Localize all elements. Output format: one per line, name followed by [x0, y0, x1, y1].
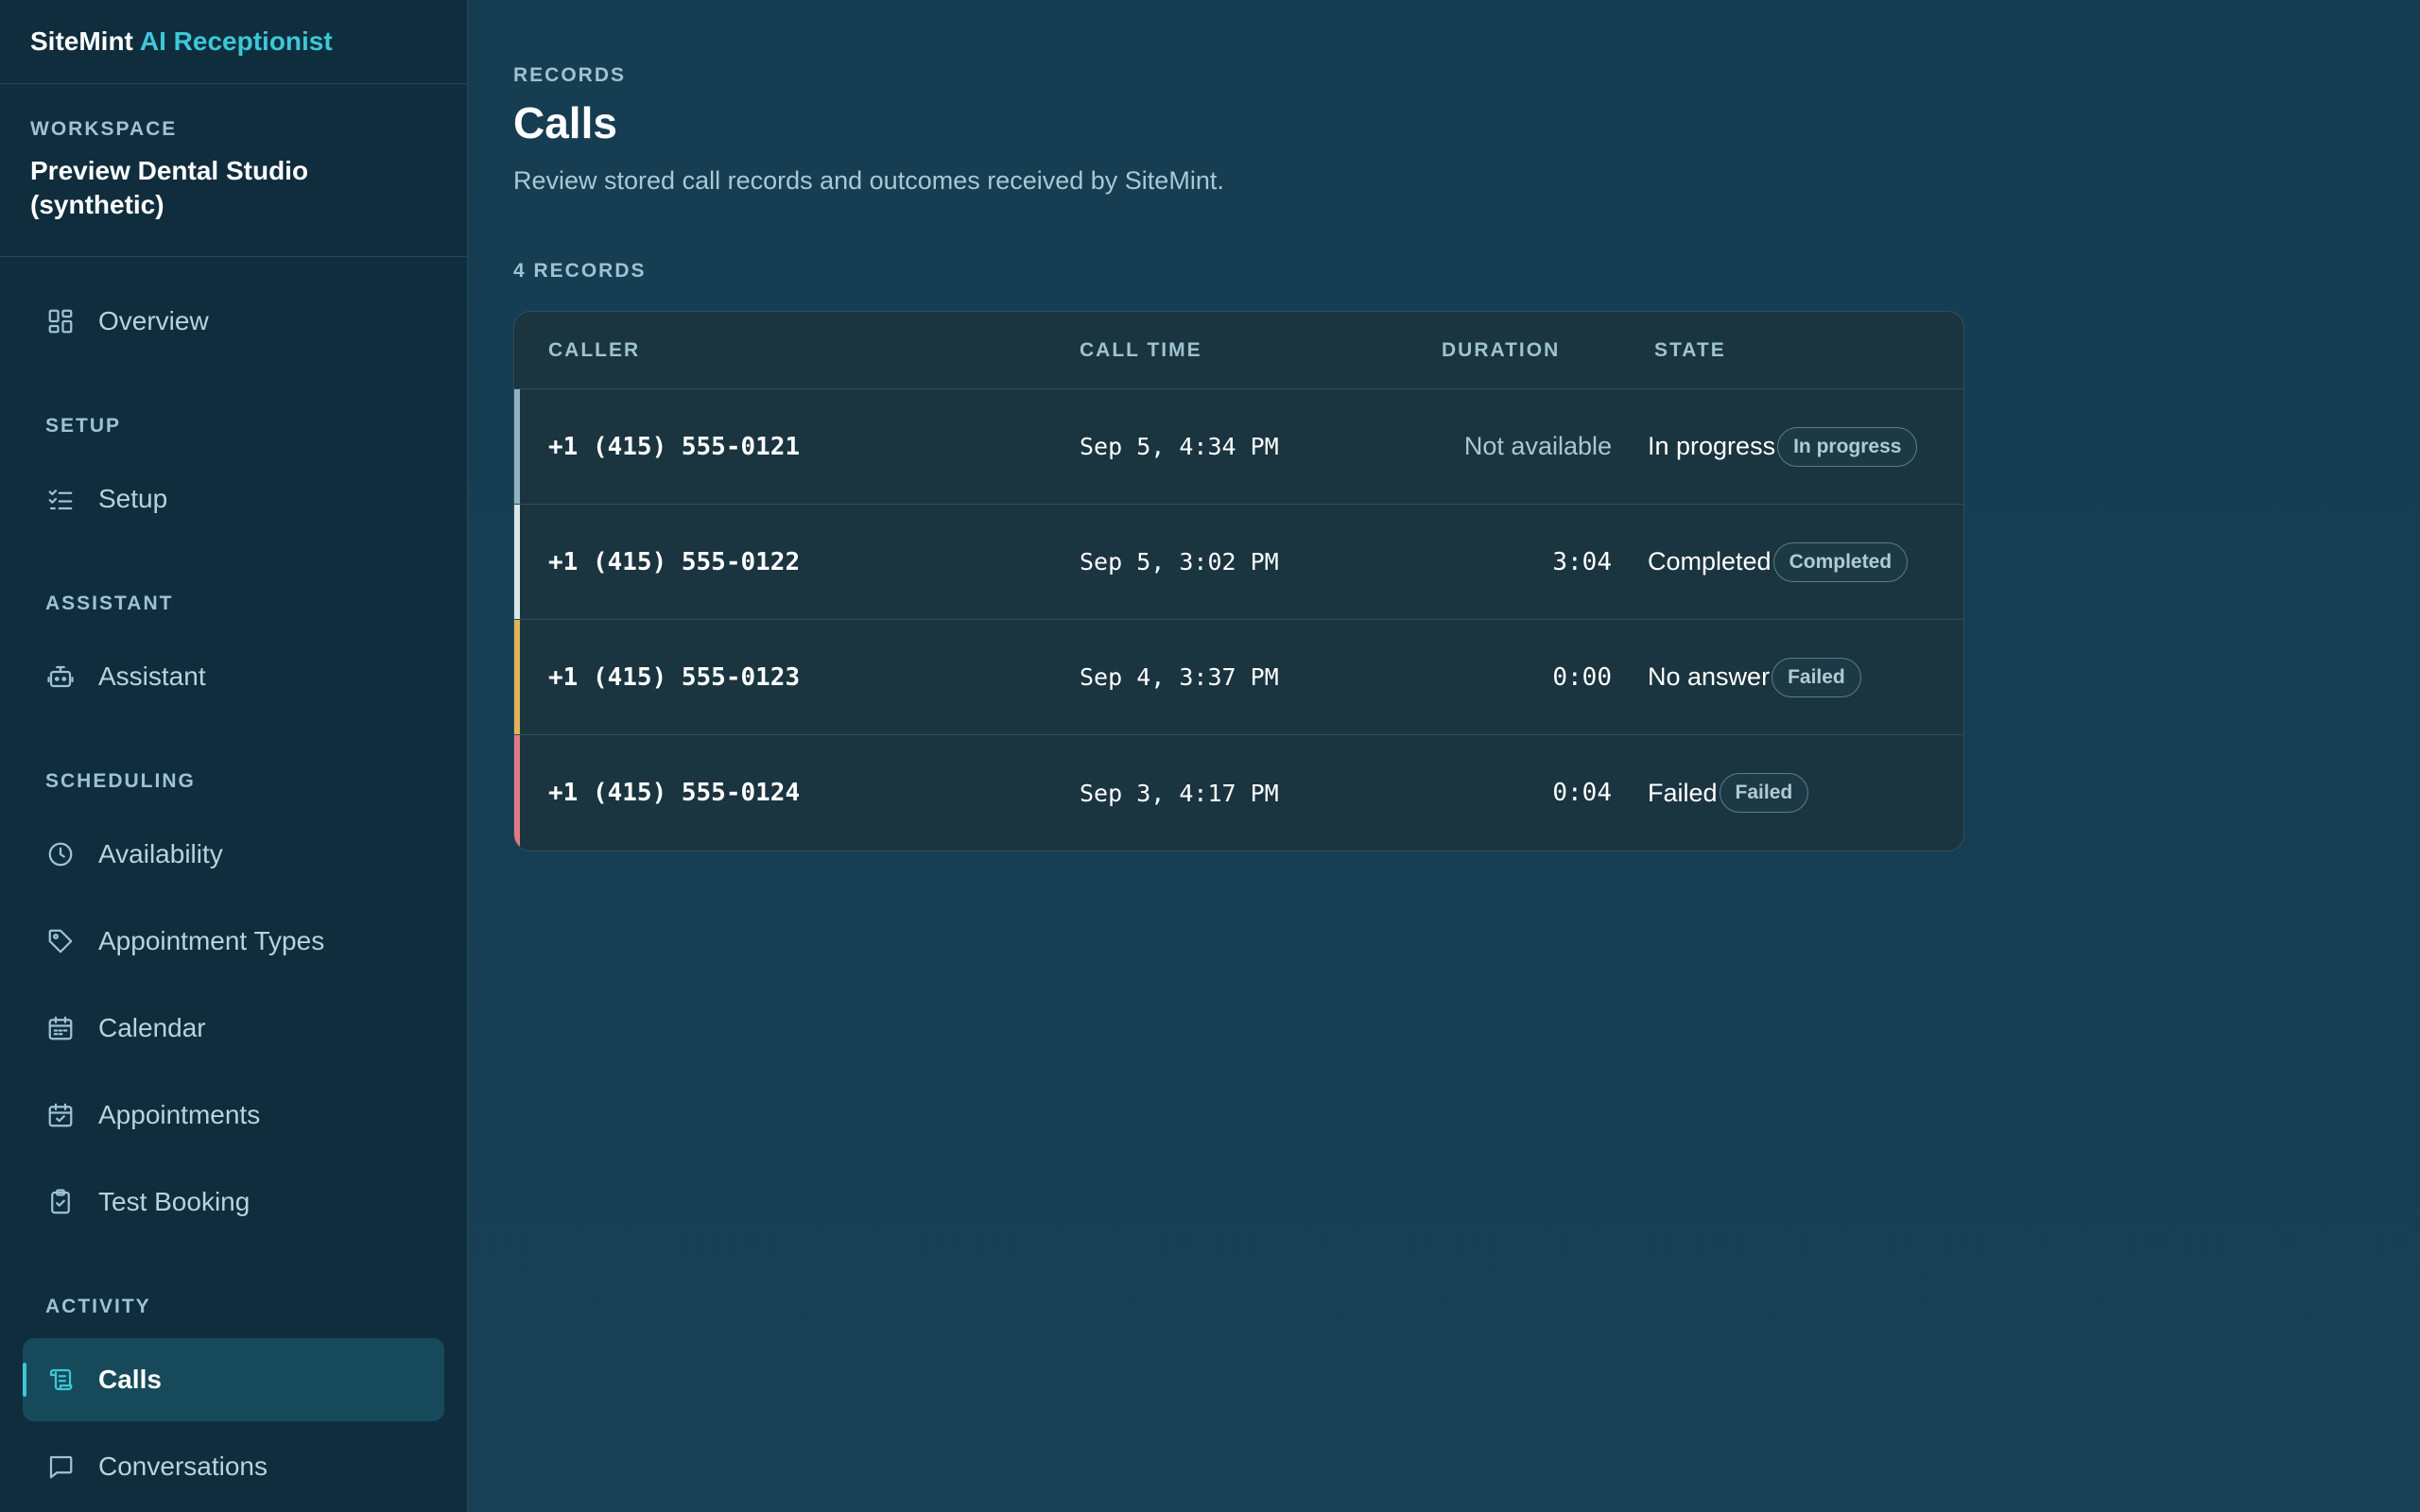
call-time: Sep 3, 4:17 PM [1080, 779, 1279, 807]
caller-number: +1 (415) 555-0121 [548, 432, 801, 461]
row-status-bar [514, 505, 520, 619]
table-row[interactable]: +1 (415) 555-0123 Sep 4, 3:37 PM 0:00 No… [514, 620, 1963, 735]
call-state: Completed Completed [1612, 541, 1963, 582]
call-time: Sep 5, 4:34 PM [1080, 433, 1279, 460]
sidebar-item-calendar[interactable]: Calendar [23, 987, 444, 1070]
tag-icon [45, 926, 76, 956]
table-header: CALLER CALL TIME DURATION STATE [514, 312, 1963, 389]
sidebar-item-label: Appointments [98, 1100, 261, 1129]
status-badge: In progress [1777, 426, 1918, 467]
caller-number: +1 (415) 555-0122 [548, 547, 801, 576]
calendar-icon [45, 1013, 76, 1043]
sidebar-item-label: Calls [98, 1365, 162, 1394]
workspace-panel: WORKSPACE Preview Dental Studio (synthet… [0, 84, 467, 257]
chat-icon [45, 1452, 76, 1482]
sidebar-item-label: Appointment Types [98, 926, 325, 955]
sidebar-item-appointment-types[interactable]: Appointment Types [23, 900, 444, 983]
workspace-label: WORKSPACE [30, 118, 178, 140]
call-state: In progress In progress [1612, 426, 1963, 467]
calendar-check-icon [45, 1100, 76, 1130]
call-state: No answer Failed [1612, 657, 1963, 697]
nav-section-scheduling: SCHEDULING [45, 770, 196, 792]
grid-icon [45, 306, 76, 336]
status-badge: Failed [1772, 657, 1861, 697]
sidebar-item-setup[interactable]: Setup [23, 457, 444, 541]
sidebar-item-test-booking[interactable]: Test Booking [23, 1160, 444, 1244]
calls-table: CALLER CALL TIME DURATION STATE +1 (415)… [513, 311, 1964, 851]
row-status-bar [514, 620, 520, 734]
sidebar-item-conversations[interactable]: Conversations [23, 1425, 444, 1508]
sidebar-item-availability[interactable]: Availability [23, 813, 444, 896]
sidebar-nav: Overview SETUP Setup ASSISTANT Assistant… [0, 257, 467, 1512]
column-header-duration: DURATION [1442, 338, 1561, 361]
call-duration: 3:04 [1552, 547, 1612, 576]
brand-accent: AI Receptionist [139, 26, 333, 56]
page-title: Calls [513, 98, 617, 147]
sidebar-item-label: Assistant [98, 662, 206, 691]
clipboard-icon [45, 1187, 76, 1217]
column-header-caller: CALLER [548, 338, 641, 361]
caller-number: +1 (415) 555-0124 [548, 779, 801, 807]
nav-section-activity: ACTIVITY [45, 1296, 151, 1317]
status-badge: Failed [1719, 773, 1809, 813]
robot-icon [45, 662, 76, 692]
nav-section-setup: SETUP [45, 415, 122, 437]
status-badge: Completed [1772, 541, 1909, 582]
sidebar-item-label: Availability [98, 839, 223, 868]
call-duration: 0:04 [1552, 779, 1612, 807]
sidebar: SiteMint AI Receptionist WORKSPACE Previ… [0, 0, 468, 1512]
row-status-bar [514, 735, 520, 850]
workspace-name: Preview Dental Studio (synthetic) [30, 156, 309, 219]
sidebar-item-label: Test Booking [98, 1187, 251, 1216]
checklist-icon [45, 484, 76, 514]
sidebar-item-label: Setup [98, 484, 168, 513]
call-time: Sep 4, 3:37 PM [1080, 663, 1279, 691]
column-header-state: STATE [1654, 338, 1726, 361]
table-row[interactable]: +1 (415) 555-0122 Sep 5, 3:02 PM 3:04 Co… [514, 505, 1963, 620]
brand-name: SiteMint [30, 26, 133, 56]
sidebar-item-assistant[interactable]: Assistant [23, 635, 444, 718]
sidebar-item-calls[interactable]: Calls [23, 1338, 444, 1421]
state-text: Completed [1648, 547, 1772, 576]
sidebar-item-label: Overview [98, 306, 209, 335]
table-row[interactable]: +1 (415) 555-0121 Sep 5, 4:34 PM Not ava… [514, 389, 1963, 505]
call-duration: Not available [1463, 432, 1612, 460]
call-duration: 0:00 [1552, 662, 1612, 692]
sidebar-item-overview[interactable]: Overview [23, 280, 444, 363]
record-count: 4 RECORDS [513, 260, 647, 282]
page-eyebrow: RECORDS [513, 64, 627, 86]
column-header-call-time: CALL TIME [1080, 338, 1202, 361]
main-content: RECORDS Calls Review stored call records… [468, 0, 2420, 1512]
state-text: Failed [1648, 778, 1718, 807]
call-time: Sep 5, 3:02 PM [1080, 548, 1279, 576]
state-text: No answer [1648, 662, 1771, 691]
table-row[interactable]: +1 (415) 555-0124 Sep 3, 4:17 PM 0:04 Fa… [514, 735, 1963, 850]
sidebar-item-label: Conversations [98, 1452, 268, 1481]
page-description: Review stored call records and outcomes … [513, 166, 1224, 195]
call-state: Failed Failed [1612, 773, 1963, 813]
state-text: In progress [1648, 432, 1776, 460]
brand-logo[interactable]: SiteMint AI Receptionist [0, 0, 467, 84]
sidebar-item-label: Calendar [98, 1013, 206, 1042]
caller-number: +1 (415) 555-0123 [548, 662, 801, 692]
clock-icon [45, 839, 76, 869]
sidebar-item-appointments[interactable]: Appointments [23, 1074, 444, 1157]
row-status-bar [514, 389, 520, 504]
scroll-icon [45, 1365, 76, 1395]
nav-section-assistant: ASSISTANT [45, 593, 174, 614]
